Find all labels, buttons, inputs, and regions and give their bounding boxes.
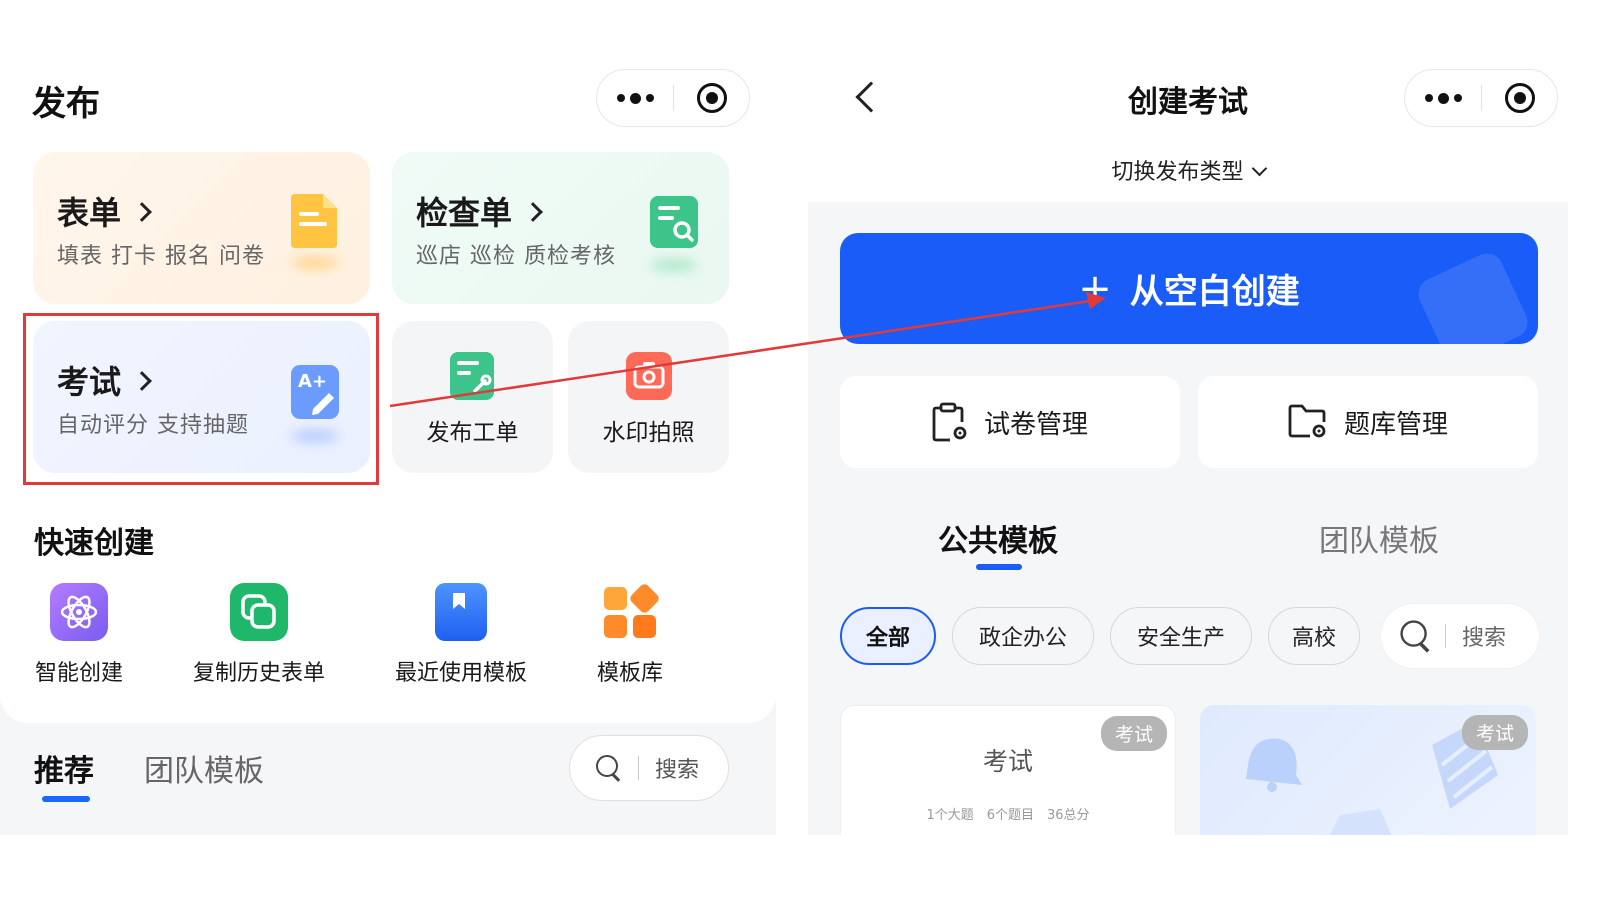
chevron-right-icon: [523, 202, 543, 222]
watermark-photo-label: 水印拍照: [602, 420, 695, 446]
close-mini-program-button[interactable]: [1482, 70, 1557, 126]
template-search[interactable]: 搜索: [569, 735, 729, 801]
template-library-label: 模板库: [596, 661, 663, 686]
page-title: 发布: [32, 84, 100, 124]
quick-create-title: 快速创建: [34, 526, 154, 561]
smart-create-button[interactable]: 智能创建: [32, 583, 126, 687]
question-bank-management-button[interactable]: 题库管理: [1198, 376, 1538, 468]
switch-publish-type[interactable]: 切换发布类型: [808, 154, 1568, 186]
icon-shadow: [650, 260, 698, 270]
grid-icon: [601, 583, 659, 641]
create-from-blank-label: 从空白创建: [1129, 272, 1300, 312]
template-card[interactable]: 考试 考试 1个大题 6个题目 36总分: [840, 705, 1176, 835]
recent-template-button[interactable]: 最近使用模板: [390, 583, 532, 687]
smart-create-label: 智能创建: [34, 661, 123, 686]
tab-recommend[interactable]: 推荐: [34, 746, 94, 802]
search-icon: [596, 755, 622, 781]
template-meta: 1个大题 6个题目 36总分: [926, 808, 1090, 823]
question-bank-management-label: 题库管理: [1343, 409, 1448, 440]
work-order-label: 发布工单: [426, 420, 519, 446]
form-card-subtitle: 填表 打卡 报名 问卷: [57, 244, 265, 269]
template-search[interactable]: 搜索: [1380, 603, 1540, 669]
exam-highlight-box: [23, 313, 379, 485]
target-icon: [696, 83, 727, 113]
filter-chip-all[interactable]: 全部: [840, 607, 936, 665]
filter-chip-production-safety[interactable]: 安全生产: [1110, 607, 1252, 665]
checklist-search-icon: [648, 194, 700, 252]
bookmark-icon: [435, 583, 487, 641]
filter-chip-government-office[interactable]: 政企办公: [952, 607, 1094, 665]
chevron-right-icon: [132, 202, 152, 222]
create-from-blank-button[interactable]: + 从空白创建: [840, 233, 1538, 344]
template-library-button[interactable]: 模板库: [590, 583, 670, 687]
more-icon[interactable]: [1405, 70, 1481, 126]
search-divider: [638, 756, 639, 780]
chevron-down-icon: [1251, 160, 1267, 177]
copy-history-form-button[interactable]: 复制历史表单: [188, 583, 330, 687]
search-icon: [1400, 620, 1431, 651]
work-order-card[interactable]: 发布工单: [392, 321, 553, 473]
recent-template-label: 最近使用模板: [394, 661, 527, 686]
create-exam-header: 创建考试 切换发布类型: [808, 40, 1568, 202]
tab-public-templates[interactable]: 公共模板: [938, 516, 1058, 570]
copy-history-form-label: 复制历史表单: [192, 661, 325, 686]
target-icon: [1504, 83, 1535, 113]
search-label: 搜索: [655, 758, 700, 783]
clipboard-gear-icon: [932, 402, 967, 442]
search-label: 搜索: [1462, 626, 1507, 651]
work-order-icon: [449, 351, 495, 405]
mini-program-capsule: [596, 69, 750, 127]
more-icon[interactable]: [597, 70, 673, 126]
filter-chip-university[interactable]: 高校: [1268, 607, 1360, 665]
checklist-card[interactable]: 检查单 巡店 巡检 质检考核: [392, 152, 729, 304]
icon-shadow: [291, 258, 339, 268]
tab-team-templates[interactable]: 团队模板: [1319, 516, 1439, 560]
plus-icon: +: [1078, 265, 1112, 312]
tab-team-templates[interactable]: 团队模板: [144, 746, 264, 790]
decorative-tile-icon: [1413, 248, 1533, 344]
camera-icon: [625, 351, 673, 405]
mini-program-capsule: [1404, 69, 1558, 127]
close-mini-program-button[interactable]: [674, 70, 749, 126]
form-card-title: 表单: [57, 194, 122, 232]
create-exam-panel: 创建考试 切换发布类型 + 从空白创建 试卷管理 题库管理 公共模板 团队模板 …: [808, 40, 1568, 835]
template-tabs: 推荐 团队模板: [34, 746, 264, 802]
folder-gear-icon: [1288, 404, 1326, 438]
template-title: 考试: [982, 747, 1033, 776]
document-icon: [289, 192, 341, 250]
copy-icon: [230, 583, 288, 641]
watermark-photo-card[interactable]: 水印拍照: [568, 321, 729, 473]
template-card[interactable]: 考试: [1200, 705, 1536, 835]
atom-icon: [50, 583, 108, 641]
checklist-card-title: 检查单: [416, 194, 513, 232]
form-card[interactable]: 表单 填表 打卡 报名 问卷: [33, 152, 370, 304]
search-divider: [1445, 624, 1446, 648]
switch-publish-type-label: 切换发布类型: [1111, 160, 1244, 185]
paper-management-button[interactable]: 试卷管理: [840, 376, 1180, 468]
checklist-card-subtitle: 巡店 巡检 质检考核: [416, 244, 616, 269]
template-type-badge: 考试: [1461, 715, 1528, 750]
paper-management-label: 试卷管理: [983, 409, 1088, 440]
